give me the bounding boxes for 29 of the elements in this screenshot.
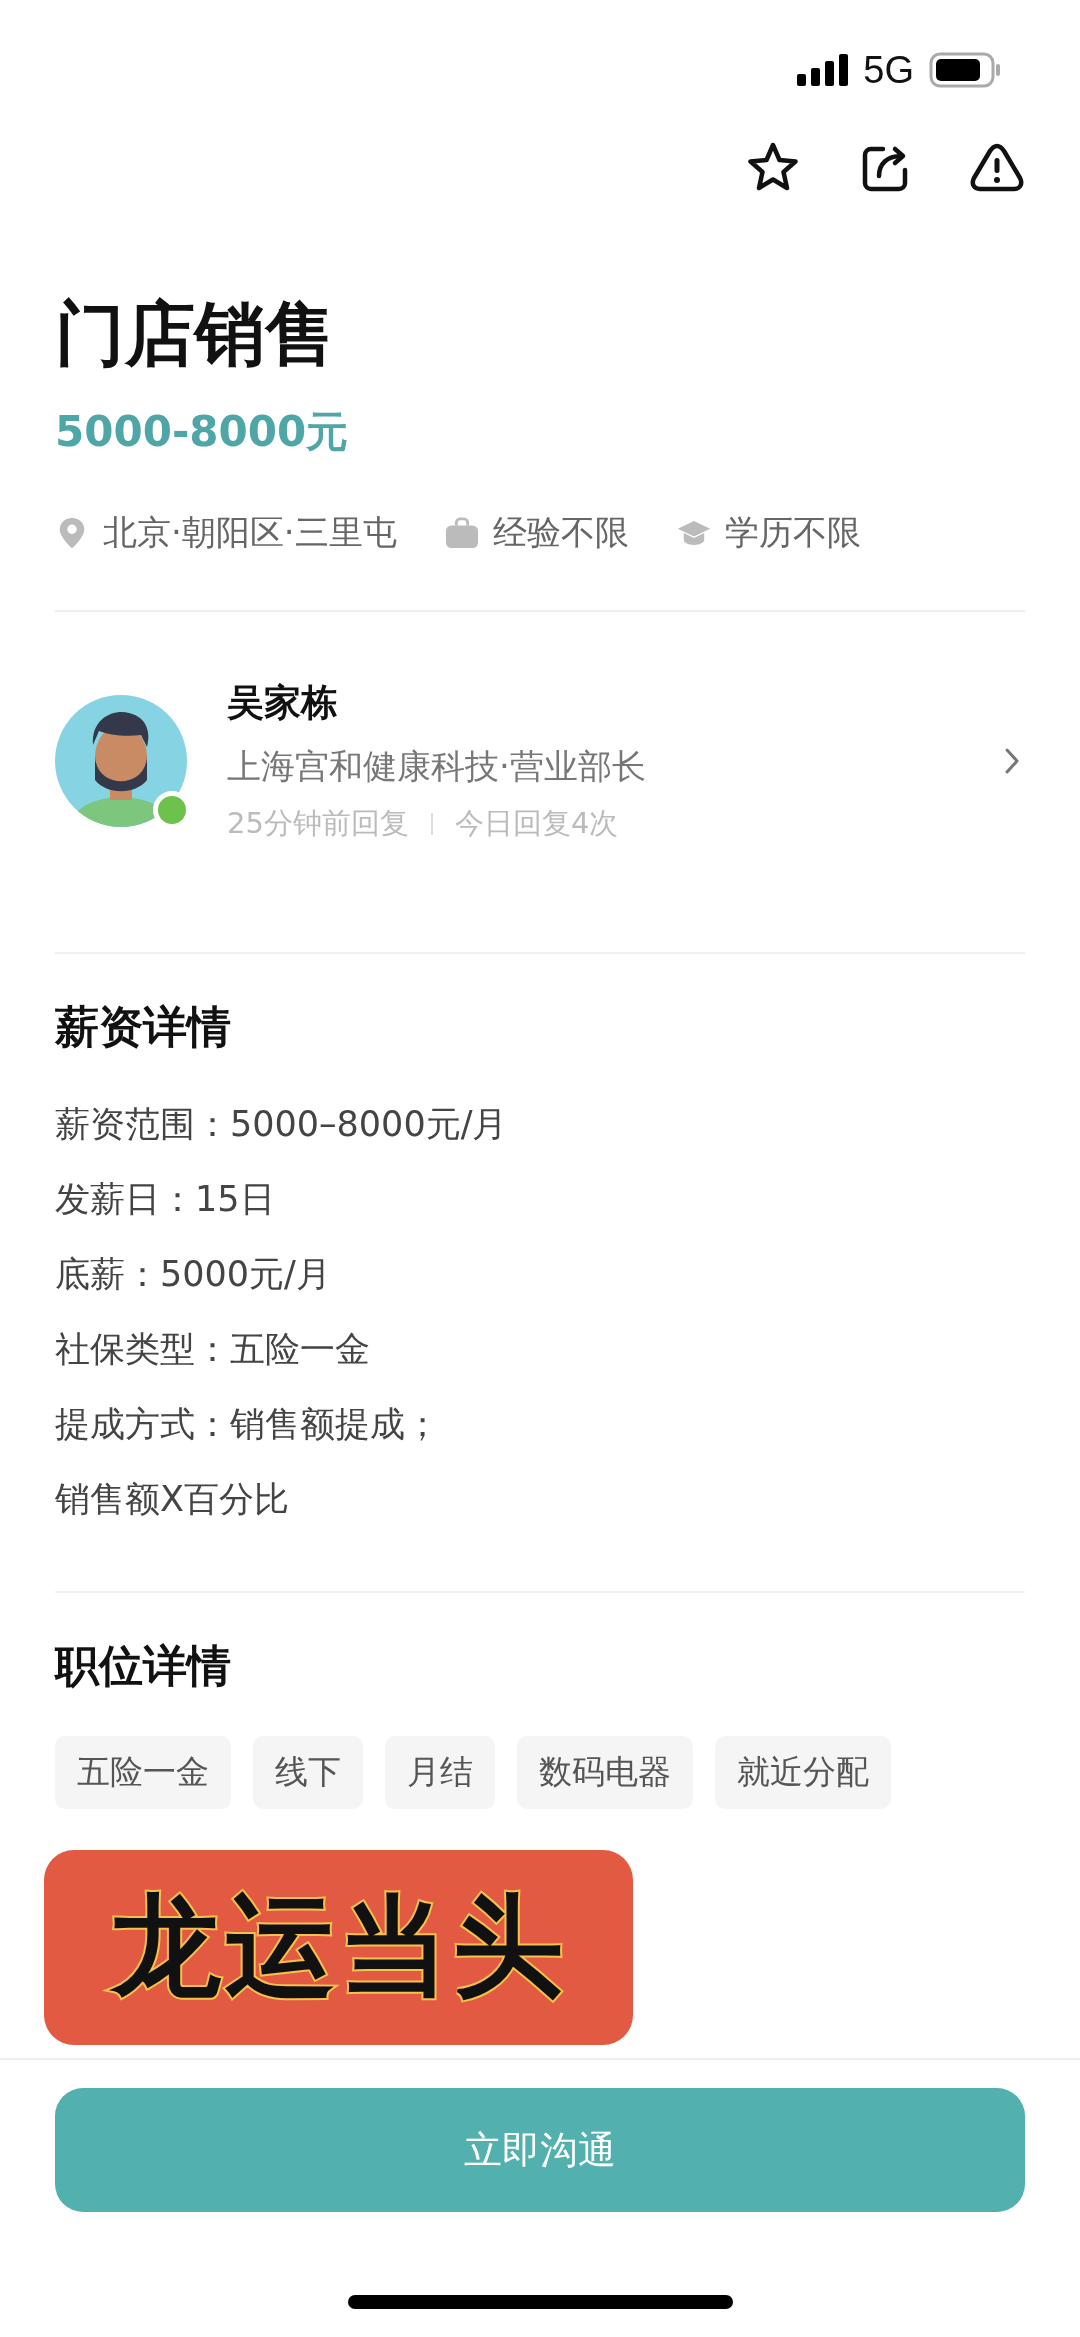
recruiter-name: 吴家栋 xyxy=(227,680,339,726)
promo-sticker: 龙运当头 xyxy=(44,1850,633,2045)
salary-detail-line: 销售额X百分比 xyxy=(55,1478,290,1521)
salary-detail-line: 底薪：5000元/月 xyxy=(55,1253,332,1296)
salary-detail-line: 提成方式：销售额提成； xyxy=(55,1403,441,1446)
chevron-right-icon xyxy=(1004,747,1020,775)
job-tag: 线下 xyxy=(253,1736,363,1809)
salary-range: 5000-8000元 xyxy=(55,406,350,458)
section-heading: 职位详情 xyxy=(55,1639,232,1693)
requirement-text: 经验不限 xyxy=(492,511,629,554)
reply-count: 今日回复4次 xyxy=(454,805,619,842)
signal-icon xyxy=(797,54,850,86)
salary-detail-line: 发薪日：15日 xyxy=(55,1178,276,1221)
battery-icon xyxy=(928,52,1002,88)
recruiter-card[interactable]: 吴家栋 上海宫和健康科技·营业部长 25分钟前回复 今日回复4次 xyxy=(55,612,1025,898)
recruiter-company: 上海宫和健康科技·营业部长 xyxy=(227,745,647,788)
requirement-text: 学历不限 xyxy=(724,511,861,554)
job-tag: 五险一金 xyxy=(55,1736,231,1809)
job-tag: 就近分配 xyxy=(715,1736,891,1809)
reply-time: 25分钟前回复 xyxy=(227,805,409,842)
salary-detail-line: 薪资范围：5000–8000元/月 xyxy=(55,1103,509,1146)
job-title: 门店销售 xyxy=(55,292,336,377)
network-label: 5G xyxy=(863,48,914,92)
job-tag: 数码电器 xyxy=(517,1736,693,1809)
salary-detail-line: 社保类型：五险一金 xyxy=(55,1328,371,1371)
job-tag: 月结 xyxy=(385,1736,495,1809)
requirement-text: 北京·朝阳区·三里屯 xyxy=(103,511,397,554)
section-heading: 薪资详情 xyxy=(55,1000,232,1054)
briefcase-icon xyxy=(444,516,479,550)
